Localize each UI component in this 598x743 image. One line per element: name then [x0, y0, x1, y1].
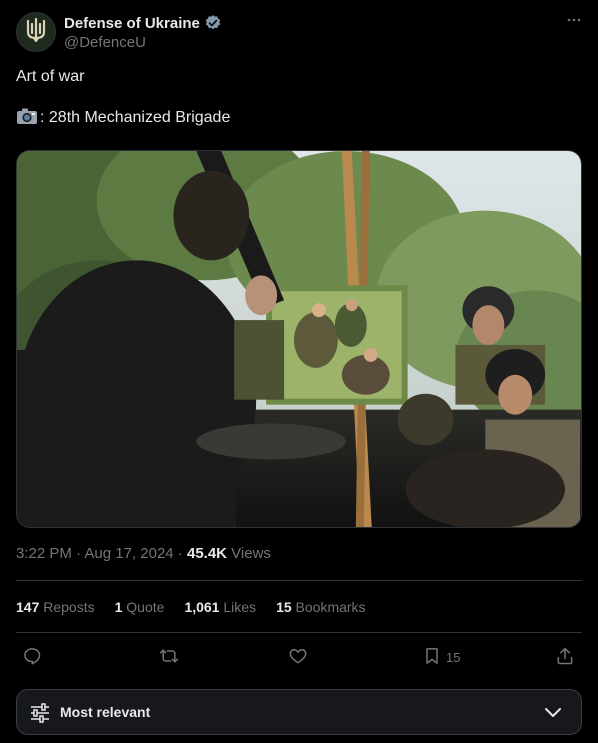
like-button[interactable]	[288, 646, 308, 669]
tweet-header: Defense of Ukraine @DefenceU	[16, 12, 582, 56]
tweet-stats: 147 Reposts 1 Quote 1,061 Likes 15 Bookm…	[16, 599, 366, 615]
bookmark-button[interactable]: 15	[422, 646, 460, 669]
quotes-count: 1	[114, 599, 123, 615]
heart-icon	[288, 646, 308, 669]
photo-image	[17, 151, 581, 527]
reply-icon	[22, 646, 42, 669]
author-handle[interactable]: @DefenceU	[64, 34, 146, 51]
share-button[interactable]	[555, 646, 575, 669]
reply-button[interactable]	[22, 646, 42, 669]
tweet-timestamp: 3:22 PM · Aug 17, 2024 · 45.4K Views	[16, 545, 271, 562]
author-name[interactable]: Defense of Ukraine	[64, 14, 222, 32]
camera-icon	[16, 107, 38, 131]
tweet-text-line-1: Art of war	[16, 68, 85, 85]
likes-count: 1,061	[184, 599, 220, 615]
tweet-text: Art of war : 28th Mechanized Brigade	[16, 67, 582, 127]
reposts-stat[interactable]: 147 Reposts	[16, 599, 95, 615]
meta-separator: ·	[173, 545, 187, 562]
share-icon	[555, 646, 575, 669]
views-label: Views	[227, 545, 271, 562]
tweet-date[interactable]: Aug 17, 2024	[84, 545, 173, 562]
repost-icon	[159, 646, 179, 669]
divider	[16, 580, 582, 581]
tweet-caption: : 28th Mechanized Brigade	[40, 109, 231, 126]
sliders-icon	[29, 702, 51, 729]
reposts-count: 147	[16, 599, 40, 615]
bookmarks-label: Bookmarks	[295, 599, 366, 615]
avatar[interactable]	[16, 12, 56, 52]
tweet-photo[interactable]	[16, 150, 582, 528]
tweet-time[interactable]: 3:22 PM	[16, 545, 72, 562]
likes-label: Likes	[223, 599, 257, 615]
bookmarks-count: 15	[276, 599, 292, 615]
verified-badge-icon	[204, 14, 222, 32]
reposts-label: Reposts	[43, 599, 95, 615]
bookmark-icon	[422, 646, 442, 669]
more-options-icon[interactable]	[566, 12, 582, 33]
trident-icon	[25, 17, 47, 46]
tweet-text-line-2: : 28th Mechanized Brigade	[16, 107, 582, 127]
views-count: 45.4K	[186, 545, 228, 562]
reply-sort-dropdown[interactable]: Most relevant	[16, 689, 582, 735]
divider	[16, 632, 582, 633]
bookmark-count: 15	[446, 650, 461, 665]
sort-label: Most relevant	[60, 704, 151, 720]
likes-stat[interactable]: 1,061 Likes	[184, 599, 256, 615]
chevron-down-icon	[543, 704, 563, 727]
bookmarks-stat[interactable]: 15 Bookmarks	[276, 599, 366, 615]
tweet-actions: 15	[16, 644, 582, 672]
author-name-text: Defense of Ukraine	[64, 14, 200, 32]
meta-separator: ·	[71, 545, 85, 562]
quotes-label: Quote	[126, 599, 165, 615]
repost-button[interactable]	[159, 646, 179, 669]
quotes-stat[interactable]: 1 Quote	[115, 599, 165, 615]
